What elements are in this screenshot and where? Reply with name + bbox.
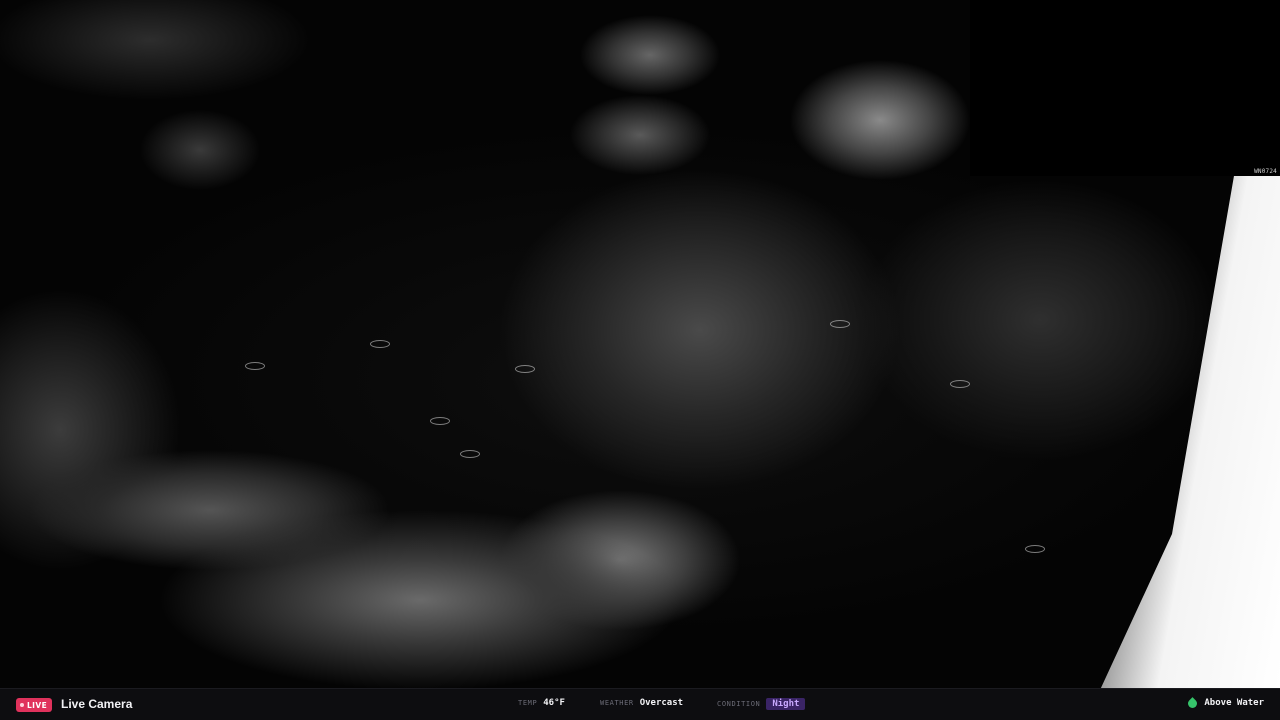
foreground-highlight — [1100, 170, 1280, 690]
live-label: LIVE — [27, 700, 48, 710]
camera-id-label: WN0724 — [1254, 168, 1277, 175]
rain-ripple — [515, 365, 535, 373]
condition-metric: CONDITION Night — [717, 698, 806, 710]
water-status-label: Above Water — [1204, 698, 1264, 708]
temp-value: 46°F — [543, 698, 565, 708]
camera-viewer: WN0724 LIVE Live Camera TEMP 46°F WEATHE… — [0, 0, 1280, 720]
picture-in-picture-panel: WN0724 — [970, 0, 1280, 176]
condition-label: CONDITION — [717, 700, 761, 708]
weather-value: Overcast — [639, 698, 684, 708]
status-bar: LIVE Live Camera TEMP 46°F WEATHER Overc… — [0, 688, 1280, 720]
temp-metric: TEMP 46°F — [518, 698, 565, 708]
water-status: Above Water — [1186, 696, 1264, 710]
rain-ripple — [430, 417, 450, 425]
rain-ripple — [830, 320, 850, 328]
rain-ripple — [950, 380, 970, 388]
rain-ripple — [460, 450, 480, 458]
weather-label: WEATHER — [600, 699, 634, 707]
temp-label: TEMP — [518, 699, 538, 707]
rain-ripple — [245, 362, 265, 370]
water-drop-icon — [1186, 696, 1200, 710]
rain-ripple — [370, 340, 390, 348]
live-dot-icon — [20, 703, 24, 707]
page-title: Live Camera — [61, 697, 133, 711]
live-badge: LIVE — [16, 698, 53, 712]
rain-ripple — [1025, 545, 1045, 553]
weather-metric: WEATHER Overcast — [600, 698, 683, 708]
condition-badge: Night — [766, 698, 806, 710]
